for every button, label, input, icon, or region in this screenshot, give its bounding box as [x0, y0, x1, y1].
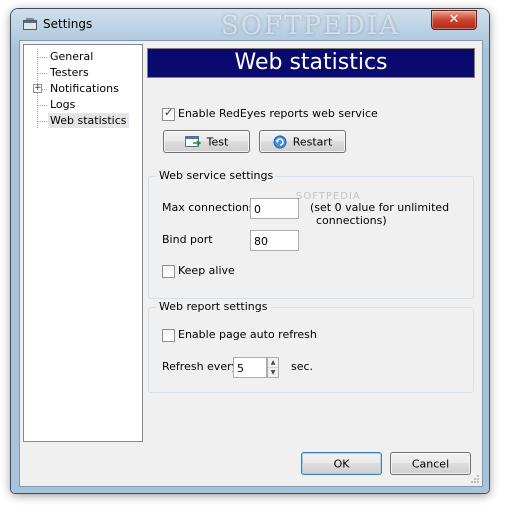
test-button[interactable]: Test	[163, 130, 250, 153]
settings-tree[interactable]: + General Testers Notifications Logs Web…	[23, 44, 143, 442]
refresh-unit-label: sec.	[291, 360, 314, 373]
restart-button-label: Restart	[292, 135, 333, 149]
expand-notifications-icon[interactable]: +	[33, 84, 42, 93]
enable-reports-checkbox[interactable]: ✓	[162, 106, 175, 121]
ok-button-label: OK	[333, 457, 350, 471]
settings-app-icon	[23, 18, 37, 30]
auto-refresh-label: Enable page auto refresh	[178, 328, 317, 341]
enable-reports-label: Enable RedEyes reports web service	[178, 107, 378, 120]
web-service-settings-group: Web service settings Max connections 0 (…	[148, 169, 474, 299]
refresh-every-label: Refresh every	[162, 360, 239, 373]
close-icon: ✕	[448, 12, 460, 27]
max-connections-hint-line2: connections)	[316, 214, 387, 227]
page-title-band: Web statistics	[147, 48, 475, 78]
web-service-group-title: Web service settings	[156, 169, 277, 182]
tree-connector	[37, 121, 47, 123]
cancel-button[interactable]: Cancel	[390, 452, 471, 475]
auto-refresh-checkbox[interactable]	[162, 329, 175, 342]
web-report-settings-group: Web report settings Enable page auto ref…	[148, 300, 474, 393]
restart-button[interactable]: Restart	[259, 130, 346, 153]
spin-up-icon[interactable]: ▲	[268, 358, 278, 368]
tree-item-logs[interactable]: Logs	[48, 97, 77, 112]
tree-connector	[37, 57, 47, 59]
test-icon	[184, 135, 201, 147]
test-button-label: Test	[206, 135, 229, 149]
refresh-interval-input[interactable]: 5	[233, 357, 267, 378]
dialog-client-area: + General Testers Notifications Logs Web…	[19, 40, 483, 487]
checkmark-icon: ✓	[164, 106, 174, 119]
watermark-small: SOFTPEDIA	[296, 191, 361, 202]
spin-down-icon[interactable]: ▼	[268, 368, 278, 377]
window-title: Settings	[43, 17, 93, 31]
restart-icon	[273, 135, 287, 149]
keep-alive-label: Keep alive	[178, 264, 235, 277]
tree-item-general[interactable]: General	[48, 49, 95, 64]
max-connections-input[interactable]: 0	[250, 198, 299, 219]
tree-item-notifications[interactable]: Notifications	[48, 81, 121, 96]
tree-connector	[37, 73, 47, 75]
page-title: Web statistics	[234, 50, 388, 75]
bind-port-label: Bind port	[162, 233, 213, 246]
resize-grip-icon[interactable]	[470, 474, 480, 484]
tree-item-testers[interactable]: Testers	[48, 65, 91, 80]
tree-connector	[37, 105, 47, 107]
close-button[interactable]: ✕	[431, 10, 477, 30]
watermark-text: SOFTPEDIA	[221, 11, 400, 41]
title-bar[interactable]: Settings SOFTPEDIA ✕	[11, 9, 489, 41]
max-connections-label: Max connections	[162, 201, 255, 214]
cancel-button-label: Cancel	[411, 457, 450, 471]
settings-window: Settings SOFTPEDIA ✕ + General Testers N…	[11, 9, 489, 493]
ok-button[interactable]: OK	[301, 452, 382, 475]
max-connections-hint-line1: (set 0 value for unlimited	[310, 201, 450, 214]
refresh-interval-stepper[interactable]: ▲ ▼	[267, 357, 279, 378]
web-report-group-title: Web report settings	[156, 300, 271, 313]
tree-item-web-statistics[interactable]: Web statistics	[48, 113, 129, 128]
keep-alive-checkbox[interactable]	[162, 265, 175, 278]
bind-port-input[interactable]: 80	[250, 230, 299, 251]
